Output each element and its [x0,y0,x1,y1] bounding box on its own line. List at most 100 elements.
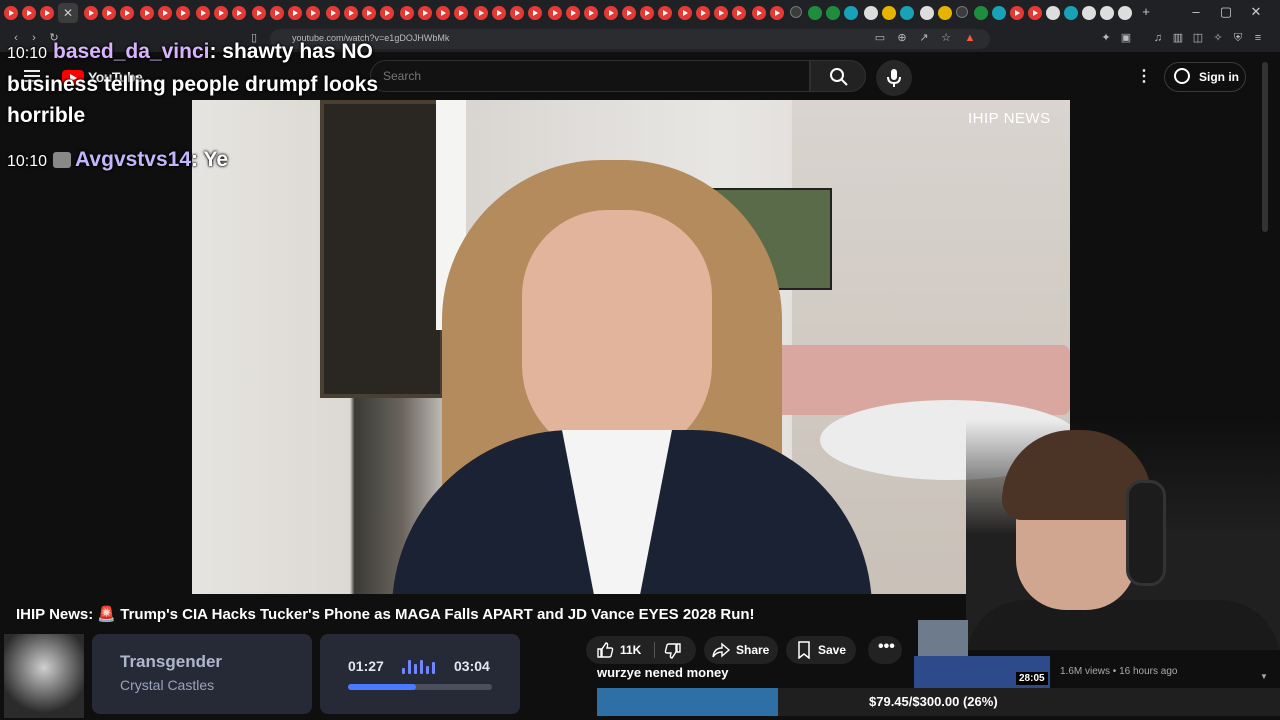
tab-youtube[interactable] [528,6,542,20]
tab-youtube[interactable] [714,6,728,20]
tab-youtube[interactable] [696,6,710,20]
tab-other[interactable] [844,6,858,20]
tab-youtube[interactable] [622,6,636,20]
maximize-button[interactable]: ▢ [1214,4,1238,20]
tab-youtube[interactable] [604,6,618,20]
search-button[interactable] [810,60,866,92]
like-button[interactable]: 11K [586,636,652,664]
tab-other[interactable] [992,6,1006,20]
chat-message-continued: business telling people drumpf looks [7,73,379,96]
page-scrollbar[interactable] [1262,62,1268,232]
tab-youtube[interactable] [306,6,320,20]
cast-icon[interactable]: ▭ [874,32,886,44]
tab-youtube[interactable] [362,6,376,20]
tab-other[interactable] [938,6,952,20]
scroll-down-icon[interactable]: ▼ [1260,672,1268,681]
sidebar-icon[interactable]: ▥ [1172,32,1184,44]
tab-active-close-icon[interactable]: ✕ [58,3,78,23]
media-icon[interactable]: ♫ [1152,32,1164,44]
tab-other[interactable] [790,6,802,18]
total-time: 03:04 [454,658,490,674]
recommended-video-thumbnail[interactable] [918,620,968,656]
more-actions-button[interactable]: ••• [868,636,902,664]
tab-youtube[interactable] [770,6,784,20]
tab-youtube[interactable] [584,6,598,20]
tab-youtube[interactable] [566,6,580,20]
video-player[interactable]: IHIP NEWS [192,100,1070,594]
tab-youtube[interactable] [400,6,414,20]
extensions-icon[interactable]: ✦ [1100,32,1112,44]
tab-other[interactable] [920,6,934,20]
tab-youtube[interactable] [658,6,672,20]
tab-other[interactable] [826,6,840,20]
tab-other[interactable] [1046,6,1060,20]
tab-youtube[interactable] [326,6,340,20]
screenshot-icon[interactable]: ◫ [1192,32,1204,44]
tab-youtube[interactable] [454,6,468,20]
tab-youtube[interactable] [84,6,98,20]
chat-timestamp: 10:10 [7,45,48,62]
tab-youtube[interactable] [1010,6,1024,20]
minimize-button[interactable]: – [1184,4,1208,19]
close-window-button[interactable]: ✕ [1244,4,1268,20]
tab-youtube[interactable] [380,6,394,20]
zoom-icon[interactable]: ⊕ [896,32,908,44]
tab-other[interactable] [1082,6,1096,20]
tab-other[interactable] [900,6,914,20]
dislike-button[interactable] [658,636,696,664]
tab-youtube[interactable] [510,6,524,20]
tab-youtube[interactable] [752,6,766,20]
more-horizontal-icon: ••• [878,638,895,655]
search-input[interactable]: Search [370,60,810,92]
tab-youtube[interactable] [40,6,54,20]
tab-youtube[interactable] [140,6,154,20]
tab-youtube[interactable] [492,6,506,20]
tab-other[interactable] [956,6,968,18]
tab-youtube[interactable] [158,6,172,20]
chat-message: 10:10 Avgvstvs14: Ye [7,148,228,172]
tab-other[interactable] [1118,6,1132,20]
tab-other[interactable] [882,6,896,20]
tab-youtube[interactable] [22,6,36,20]
track-title: Transgender [120,652,223,671]
vpn-icon[interactable]: ⛨ [1232,32,1244,44]
settings-menu-icon[interactable]: ⋮ [1136,67,1152,87]
tab-youtube[interactable] [640,6,654,20]
tab-youtube[interactable] [732,6,746,20]
tab-youtube[interactable] [270,6,284,20]
tab-youtube[interactable] [548,6,562,20]
album-art [4,634,84,718]
wallet-icon[interactable]: ▣ [1120,32,1132,44]
brave-rewards-icon[interactable]: ▲ [964,32,976,44]
tab-youtube[interactable] [214,6,228,20]
tab-youtube[interactable] [418,6,432,20]
tab-youtube[interactable] [120,6,134,20]
tab-other[interactable] [864,6,878,20]
menu-icon[interactable]: ≡ [1252,32,1264,44]
tab-other[interactable] [808,6,822,20]
playback-card: 01:27 03:04 [320,634,520,714]
leo-icon[interactable]: ✧ [1212,32,1224,44]
share-button[interactable]: Share [704,636,778,664]
star-icon[interactable]: ☆ [940,32,952,44]
tab-youtube[interactable] [474,6,488,20]
tab-youtube[interactable] [176,6,190,20]
tab-youtube[interactable] [102,6,116,20]
voice-search-button[interactable] [876,60,912,96]
tab-youtube[interactable] [436,6,450,20]
share-page-icon[interactable]: ↗ [918,32,930,44]
new-tab-button[interactable]: + [1134,4,1158,19]
tab-youtube[interactable] [196,6,210,20]
tab-youtube[interactable] [4,6,18,20]
tab-youtube[interactable] [678,6,692,20]
tab-youtube[interactable] [288,6,302,20]
tab-other[interactable] [974,6,988,20]
tab-youtube[interactable] [344,6,358,20]
tab-youtube[interactable] [232,6,246,20]
tab-other[interactable] [1064,6,1078,20]
tab-youtube[interactable] [252,6,266,20]
sign-in-button[interactable]: Sign in [1164,62,1246,92]
save-button[interactable]: Save [786,636,856,664]
tab-youtube[interactable] [1028,6,1042,20]
tab-other[interactable] [1100,6,1114,20]
